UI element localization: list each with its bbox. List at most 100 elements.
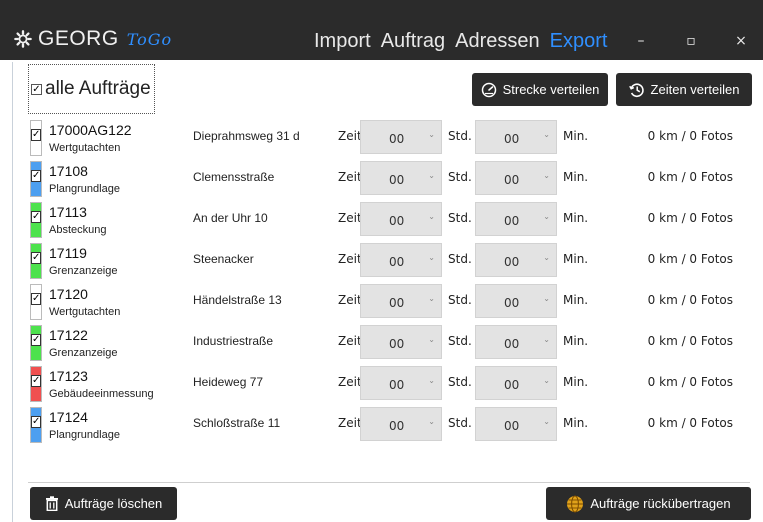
hours-label: Std. [448, 252, 472, 266]
order-row: ✓ 17122 Grenzanzeige Industriestraße Zeit 00 ⌄… [30, 321, 750, 362]
main-nav: Import Auftrag Adressen Export [314, 28, 617, 54]
maximize-icon: ▫ [686, 33, 696, 49]
minutes-select[interactable]: 00 ⌄ [475, 366, 557, 400]
minutes-value: 00 [504, 337, 520, 351]
minutes-value: 00 [504, 214, 520, 228]
order-color-bar: ✓ [30, 407, 42, 443]
chevron-down-icon: ⌄ [428, 130, 435, 139]
chevron-down-icon: ⌄ [428, 376, 435, 385]
minutes-select[interactable]: 00 ⌄ [475, 284, 557, 318]
order-checkbox[interactable]: ✓ [31, 416, 41, 428]
hours-label: Std. [448, 129, 472, 143]
hours-select[interactable]: 00 ⌄ [360, 243, 442, 277]
order-color-bar: ✓ [30, 284, 42, 320]
minutes-label: Min. [563, 252, 589, 266]
order-row: ✓ 17123 Gebäudeeinmessung Heideweg 77 Zeit 00… [30, 362, 750, 403]
hours-label: Std. [448, 375, 472, 389]
order-checkbox[interactable]: ✓ [31, 334, 41, 346]
hours-select[interactable]: 00 ⌄ [360, 325, 442, 359]
minimize-button[interactable]: – [629, 28, 653, 54]
distribute-route-button[interactable]: Strecke verteilen [472, 73, 608, 106]
select-all-label: alle Aufträge [45, 78, 151, 99]
hours-select[interactable]: 00 ⌄ [360, 202, 442, 236]
minutes-value: 00 [504, 132, 520, 146]
chevron-down-icon: ⌄ [543, 212, 550, 221]
order-stats: 0 km / 0 Fotos [647, 211, 733, 225]
hours-select[interactable]: 00 ⌄ [360, 284, 442, 318]
order-address: Industriestraße [193, 334, 274, 348]
chevron-down-icon: ⌄ [543, 171, 550, 180]
order-checkbox[interactable]: ✓ [31, 252, 41, 264]
trash-icon [45, 496, 58, 511]
hours-select[interactable]: 00 ⌄ [360, 161, 442, 195]
chevron-down-icon: ⌄ [543, 417, 550, 426]
order-checkbox[interactable]: ✓ [31, 170, 41, 182]
nav-item-import[interactable]: Import [314, 30, 371, 53]
nav-item-auftrag[interactable]: Auftrag [381, 30, 445, 53]
nav-item-adressen[interactable]: Adressen [455, 30, 540, 53]
order-type: Grenzanzeige [49, 265, 118, 277]
order-checkbox[interactable]: ✓ [31, 293, 41, 305]
hours-value: 00 [389, 378, 405, 392]
app-logo: GEORG ToGo [14, 24, 172, 54]
gear-icon [14, 30, 32, 48]
minutes-label: Min. [563, 170, 589, 184]
transfer-orders-button[interactable]: Aufträge rückübertragen [546, 487, 751, 520]
minutes-select[interactable]: 00 ⌄ [475, 243, 557, 277]
minutes-select[interactable]: 00 ⌄ [475, 325, 557, 359]
close-button[interactable]: × [729, 28, 753, 54]
maximize-button[interactable]: ▫ [679, 28, 703, 54]
order-color-bar: ✓ [30, 161, 42, 197]
order-color-bar: ✓ [30, 120, 42, 156]
time-label: Zeit [338, 334, 362, 348]
minutes-value: 00 [504, 296, 520, 310]
order-type: Wertgutachten [49, 142, 121, 154]
select-all-checkbox[interactable]: ✓ alle Aufträge [28, 64, 155, 114]
hours-select[interactable]: 00 ⌄ [360, 120, 442, 154]
order-stats: 0 km / 0 Fotos [647, 293, 733, 307]
time-label: Zeit [338, 170, 362, 184]
logo-text: GEORG [38, 27, 119, 50]
minutes-select[interactable]: 00 ⌄ [475, 161, 557, 195]
distribute-times-button[interactable]: Zeiten verteilen [616, 73, 752, 106]
minutes-select[interactable]: 00 ⌄ [475, 407, 557, 441]
minutes-select[interactable]: 00 ⌄ [475, 202, 557, 236]
minutes-label: Min. [563, 375, 589, 389]
hours-value: 00 [389, 255, 405, 269]
order-stats: 0 km / 0 Fotos [647, 129, 733, 143]
minutes-label: Min. [563, 129, 589, 143]
footer-divider [28, 482, 750, 483]
nav-item-export[interactable]: Export [550, 30, 608, 53]
order-color-bar: ✓ [30, 202, 42, 238]
minutes-value: 00 [504, 378, 520, 392]
order-number: 17000AG122 [49, 122, 132, 138]
order-number: 17123 [49, 368, 88, 384]
order-address: Heideweg 77 [193, 375, 264, 389]
checkmark-icon: ✓ [31, 83, 42, 95]
time-label: Zeit [338, 252, 362, 266]
order-type: Grenzanzeige [49, 347, 118, 359]
minutes-label: Min. [563, 293, 589, 307]
order-address: Schloßstraße 11 [193, 416, 281, 430]
order-color-bar: ✓ [30, 325, 42, 361]
order-stats: 0 km / 0 Fotos [647, 334, 733, 348]
hours-label: Std. [448, 416, 472, 430]
order-checkbox[interactable]: ✓ [31, 375, 41, 387]
time-label: Zeit [338, 375, 362, 389]
chevron-down-icon: ⌄ [543, 335, 550, 344]
delete-orders-button[interactable]: Aufträge löschen [30, 487, 177, 520]
hours-select[interactable]: 00 ⌄ [360, 366, 442, 400]
order-type: Wertgutachten [49, 306, 121, 318]
hours-select[interactable]: 00 ⌄ [360, 407, 442, 441]
time-label: Zeit [338, 293, 362, 307]
order-checkbox[interactable]: ✓ [31, 211, 41, 223]
order-row: ✓ 17119 Grenzanzeige Steenacker Zeit 00 ⌄ Std. 0… [30, 239, 750, 280]
minutes-select[interactable]: 00 ⌄ [475, 120, 557, 154]
clock-history-icon [628, 82, 644, 97]
order-checkbox[interactable]: ✓ [31, 129, 41, 141]
transfer-orders-label: Aufträge rückübertragen [590, 496, 731, 511]
chevron-down-icon: ⌄ [543, 294, 550, 303]
order-number: 17122 [49, 327, 88, 343]
minutes-value: 00 [504, 419, 520, 433]
chevron-down-icon: ⌄ [428, 417, 435, 426]
